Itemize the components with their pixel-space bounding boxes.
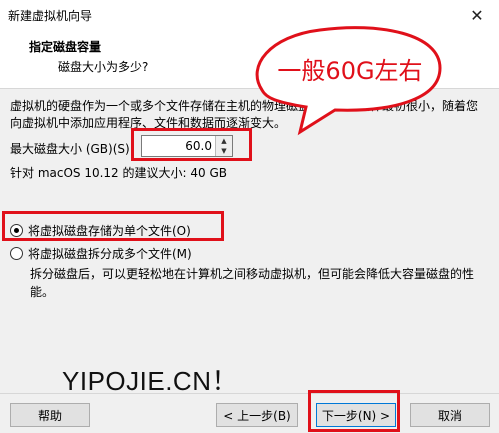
annotation-bubble: 一般60G左右 (255, 26, 442, 136)
annotation-text: 一般60G左右 (277, 57, 422, 85)
